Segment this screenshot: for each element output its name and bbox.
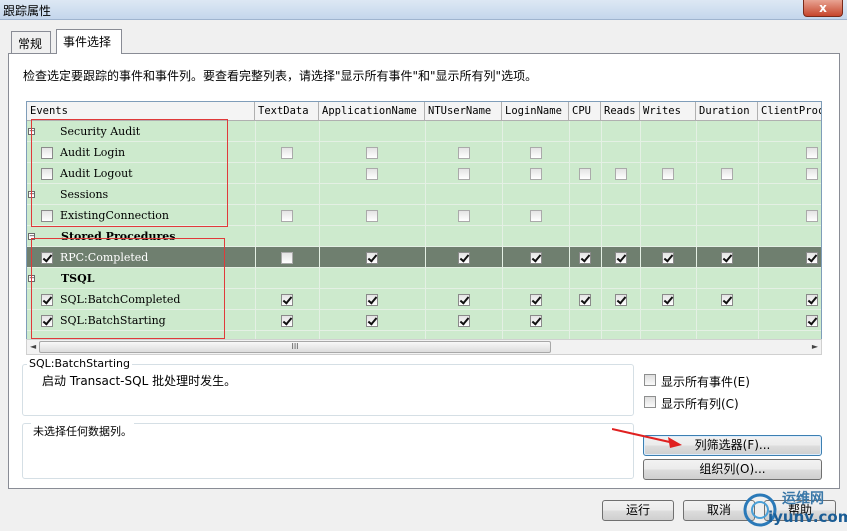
column-checkbox-cpu[interactable] xyxy=(579,294,591,306)
column-checkbox-writes[interactable] xyxy=(662,294,674,306)
show-all-events-label[interactable]: 显示所有事件(E) xyxy=(661,373,750,390)
column-checkbox-textdata[interactable] xyxy=(281,210,293,222)
close-button[interactable]: x xyxy=(803,0,843,17)
tab-event-selection[interactable]: 事件选择 xyxy=(56,29,122,54)
column-checkbox-duration[interactable] xyxy=(721,168,733,180)
column-checkbox-applicationname[interactable] xyxy=(366,210,378,222)
column-checkbox-loginname[interactable] xyxy=(530,294,542,306)
column-header-applicationname[interactable]: ApplicationName xyxy=(319,102,425,121)
grid-column-divider xyxy=(425,121,426,340)
grid-column-divider xyxy=(758,121,759,340)
column-header-cpu[interactable]: CPU xyxy=(569,102,601,121)
column-checkbox-clientproc[interactable] xyxy=(806,315,818,327)
column-checkbox-loginname[interactable] xyxy=(530,315,542,327)
column-info-text: 未选择任何数据列。 xyxy=(31,423,134,439)
title-bar: 跟踪属性 x xyxy=(0,0,847,20)
column-checkbox-ntusername[interactable] xyxy=(458,252,470,264)
instruction-text: 检查选定要跟踪的事件和事件列。要查看完整列表，请选择"显示所有事件"和"显示所有… xyxy=(23,69,538,83)
scroll-thumb[interactable]: III xyxy=(39,341,551,353)
column-checkbox-clientproc[interactable] xyxy=(806,294,818,306)
column-checkbox-cpu[interactable] xyxy=(579,168,591,180)
column-checkbox-ntusername[interactable] xyxy=(458,210,470,222)
column-checkbox-clientproc[interactable] xyxy=(806,147,818,159)
column-checkbox-loginname[interactable] xyxy=(530,168,542,180)
column-checkbox-reads[interactable] xyxy=(615,252,627,264)
tab-general-label: 常规 xyxy=(18,37,43,51)
scroll-left-arrow-icon[interactable]: ◄ xyxy=(30,342,36,351)
column-header-reads[interactable]: Reads xyxy=(601,102,640,121)
column-checkbox-applicationname[interactable] xyxy=(366,294,378,306)
column-checkbox-ntusername[interactable] xyxy=(458,294,470,306)
column-checkbox-loginname[interactable] xyxy=(530,252,542,264)
column-checkbox-ntusername[interactable] xyxy=(458,315,470,327)
grid-column-divider xyxy=(319,121,320,340)
column-header-writes[interactable]: Writes xyxy=(640,102,696,121)
show-all-columns-checkbox[interactable] xyxy=(644,396,656,408)
grid-column-divider xyxy=(569,121,570,340)
column-checkbox-reads[interactable] xyxy=(615,294,627,306)
window-title: 跟踪属性 xyxy=(3,4,52,18)
highlight-box-bottom xyxy=(31,238,225,339)
column-header-textdata[interactable]: TextData xyxy=(255,102,319,121)
grid-column-divider xyxy=(255,121,256,340)
column-header-loginname[interactable]: LoginName xyxy=(502,102,569,121)
column-checkbox-ntusername[interactable] xyxy=(458,168,470,180)
grid-column-divider xyxy=(696,121,697,340)
column-header-ntusername[interactable]: NTUserName xyxy=(425,102,502,121)
column-checkbox-applicationname[interactable] xyxy=(366,315,378,327)
grid-column-divider xyxy=(601,121,602,340)
column-checkbox-textdata[interactable] xyxy=(281,147,293,159)
show-all-events-checkbox[interactable] xyxy=(644,374,656,386)
column-checkbox-ntusername[interactable] xyxy=(458,147,470,159)
column-checkbox-clientproc[interactable] xyxy=(806,210,818,222)
grid-column-divider xyxy=(502,121,503,340)
show-all-columns-label[interactable]: 显示所有列(C) xyxy=(661,395,739,412)
tab-event-selection-label: 事件选择 xyxy=(63,35,112,49)
column-checkbox-cpu[interactable] xyxy=(579,252,591,264)
column-checkbox-clientproc[interactable] xyxy=(806,252,818,264)
column-header-clientproc[interactable]: ClientProc xyxy=(758,102,821,121)
description-title: SQL:BatchStarting xyxy=(27,357,132,370)
tab-general[interactable]: 常规 xyxy=(11,31,51,53)
column-checkbox-reads[interactable] xyxy=(615,168,627,180)
column-checkbox-writes[interactable] xyxy=(662,252,674,264)
column-checkbox-loginname[interactable] xyxy=(530,147,542,159)
horizontal-scrollbar[interactable]: ◄ III ► xyxy=(26,339,822,355)
organize-columns-button[interactable]: 组织列(O)... xyxy=(643,459,822,480)
column-checkbox-clientproc[interactable] xyxy=(806,168,818,180)
column-checkbox-textdata[interactable] xyxy=(281,294,293,306)
column-checkbox-applicationname[interactable] xyxy=(366,147,378,159)
red-arrow-annotation xyxy=(612,428,682,448)
watermark-top-text: 运维网 xyxy=(782,491,824,507)
column-checkbox-applicationname[interactable] xyxy=(366,252,378,264)
grid-column-divider xyxy=(640,121,641,340)
column-header-duration[interactable]: Duration xyxy=(696,102,758,121)
watermark-bottom-text: iyunv.com xyxy=(768,508,847,526)
watermark: 运维网 iyunv.com xyxy=(740,488,847,528)
column-checkbox-writes[interactable] xyxy=(662,168,674,180)
column-checkbox-loginname[interactable] xyxy=(530,210,542,222)
column-checkbox-textdata[interactable] xyxy=(281,252,293,264)
column-checkbox-duration[interactable] xyxy=(721,294,733,306)
scroll-right-arrow-icon[interactable]: ► xyxy=(812,342,818,351)
run-button[interactable]: 运行 xyxy=(602,500,674,521)
column-checkbox-textdata[interactable] xyxy=(281,315,293,327)
highlight-box-top xyxy=(31,119,228,227)
column-checkbox-applicationname[interactable] xyxy=(366,168,378,180)
column-checkbox-duration[interactable] xyxy=(721,252,733,264)
column-info-group: 未选择任何数据列。 xyxy=(22,423,634,479)
description-text: 启动 Transact-SQL 批处理时发生。 xyxy=(42,374,237,388)
